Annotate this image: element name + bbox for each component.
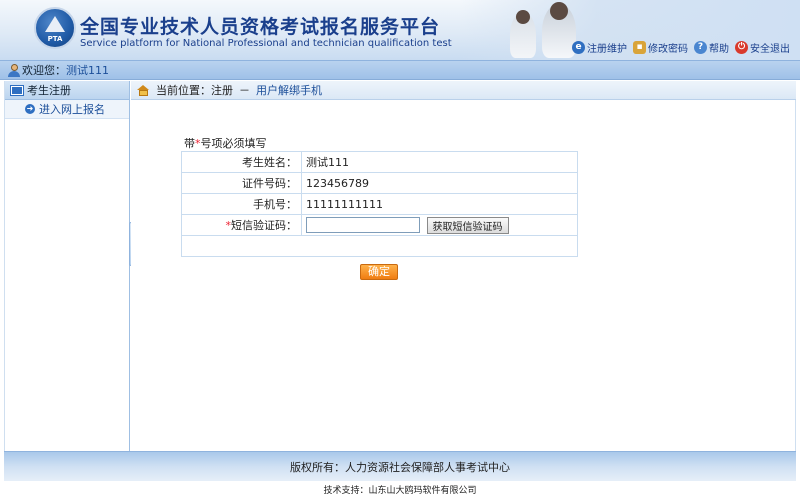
form-row-name: 考生姓名： 测试111 bbox=[181, 151, 578, 173]
logo-peak-icon bbox=[45, 16, 65, 32]
form-row-sms-code: *短信验证码： 获取短信验证码 bbox=[181, 214, 578, 236]
required-fields-note: 带*号项必须填写 bbox=[184, 135, 267, 151]
sidebar-item-label: 进入网上报名 bbox=[39, 103, 105, 116]
register-maintenance-label: 注册维护 bbox=[587, 44, 627, 55]
note-prefix: 带 bbox=[184, 137, 195, 150]
get-sms-code-button[interactable]: 获取短信验证码 bbox=[426, 216, 509, 234]
home-icon bbox=[137, 84, 150, 96]
breadcrumb-current: 用户解绑手机 bbox=[256, 84, 322, 97]
breadcrumb: 当前位置： 注册 － 用户解绑手机 bbox=[131, 81, 796, 100]
user-icon bbox=[8, 64, 20, 77]
sms-code-label: 短信验证码： bbox=[231, 219, 297, 232]
site-subtitle: Service platform for National Profession… bbox=[80, 38, 452, 49]
confirm-button[interactable]: 确定 bbox=[360, 264, 398, 280]
help-link[interactable]: ? 帮助 bbox=[694, 40, 729, 55]
id-number-value: 123456789 bbox=[301, 172, 578, 194]
logout-link[interactable]: ⏻ 安全退出 bbox=[735, 40, 790, 55]
form-empty-cell bbox=[181, 235, 578, 257]
breadcrumb-prefix: 当前位置： bbox=[156, 84, 211, 97]
help-icon: ? bbox=[694, 41, 707, 54]
welcome-prefix: 欢迎您： bbox=[22, 64, 66, 77]
change-password-link[interactable]: ▪ 修改密码 bbox=[633, 40, 688, 55]
logo-text: PTA bbox=[47, 35, 63, 43]
form-row-phone: 手机号： 11111111111 bbox=[181, 193, 578, 215]
sms-code-cell: 获取短信验证码 bbox=[301, 214, 578, 236]
logout-label: 安全退出 bbox=[750, 44, 790, 55]
phone-value: 11111111111 bbox=[301, 193, 578, 215]
name-label: 考生姓名： bbox=[181, 151, 302, 173]
power-icon: ⏻ bbox=[735, 41, 748, 54]
change-password-label: 修改密码 bbox=[648, 44, 688, 55]
sms-code-input[interactable] bbox=[306, 217, 420, 233]
register-maintenance-link[interactable]: e 注册维护 bbox=[572, 40, 627, 55]
help-label: 帮助 bbox=[709, 44, 729, 55]
top-links: e 注册维护 ▪ 修改密码 ? 帮助 ⏻ 安全退出 bbox=[572, 40, 790, 55]
main-content: 带*号项必须填写 考生姓名： 测试111 证件号码： 123456789 手机号… bbox=[131, 100, 796, 451]
page-header: PTA 全国专业技术人员资格考试报名服务平台 Service platform … bbox=[0, 0, 800, 60]
breadcrumb-separator: － bbox=[239, 84, 250, 97]
footer-copyright: 版权所有：人力资源社会保障部人事考试中心 bbox=[4, 451, 796, 481]
site-title: 全国专业技术人员资格考试报名服务平台 bbox=[80, 16, 441, 38]
arrow-right-icon: ➜ bbox=[25, 104, 35, 114]
window-icon bbox=[10, 84, 24, 96]
note-suffix: 号项必须填写 bbox=[200, 137, 267, 150]
breadcrumb-root: 注册 bbox=[211, 84, 233, 97]
footer-tech-support: 技术支持：山东山大鸥玛软件有限公司 bbox=[323, 486, 477, 496]
name-value: 测试111 bbox=[301, 151, 578, 173]
sidebar-section-label: 考生注册 bbox=[27, 84, 71, 97]
sidebar-item-online-registration[interactable]: ➜ 进入网上报名 bbox=[5, 100, 129, 119]
welcome-username: 测试111 bbox=[66, 64, 109, 77]
welcome-bar: 欢迎您： 测试111 bbox=[0, 60, 800, 80]
id-number-label: 证件号码： bbox=[181, 172, 302, 194]
phone-label: 手机号： bbox=[181, 193, 302, 215]
form-row-empty bbox=[181, 235, 578, 257]
sidebar: 考生注册 ➜ 进入网上报名 bbox=[4, 81, 130, 451]
pta-logo: PTA bbox=[34, 7, 76, 49]
sidebar-section-header[interactable]: 考生注册 bbox=[5, 81, 129, 100]
globe-icon: e bbox=[572, 41, 585, 54]
unbind-phone-form: 考生姓名： 测试111 证件号码： 123456789 手机号： 1111111… bbox=[181, 151, 578, 257]
sms-code-label-cell: *短信验证码： bbox=[181, 214, 302, 236]
lock-icon: ▪ bbox=[633, 41, 646, 54]
form-row-id-number: 证件号码： 123456789 bbox=[181, 172, 578, 194]
